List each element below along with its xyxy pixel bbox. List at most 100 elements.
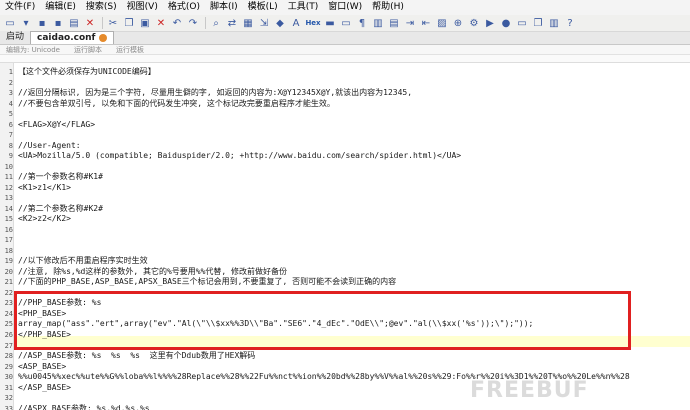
find-in-files-icon[interactable]: ▦ — [241, 17, 255, 30]
line-number: 10 — [4, 163, 13, 171]
ruler-icon[interactable]: ▤ — [387, 17, 401, 30]
sub-toolbar: 编辑为: Unicode 运行脚本 运行模板 — [0, 45, 690, 55]
line-number: 4 — [8, 100, 13, 108]
text-editor[interactable]: 【这个文件必须保存为UNICODE编码】 //返回分隔标识, 因为是三个字符, 尽… — [15, 63, 690, 410]
paste-icon[interactable]: ▣ — [138, 17, 152, 30]
menu-item[interactable]: 脚本(I) — [205, 0, 243, 15]
settings-icon[interactable]: ⚙ — [467, 17, 481, 30]
code-line: //第一个参数名称#K1# — [18, 172, 103, 181]
show-whitespace-icon[interactable]: ▬ — [323, 17, 337, 30]
show-paragraph-icon[interactable]: ¶ — [355, 17, 369, 30]
code-line: //User-Agent: — [18, 141, 81, 150]
save-all-icon[interactable]: ▪ — [51, 17, 65, 30]
run-template-button[interactable]: 运行模板 — [116, 45, 144, 55]
line-number: 31 — [4, 384, 13, 392]
goto-icon[interactable]: ⇲ — [257, 17, 271, 30]
column-mode-icon[interactable]: ▥ — [371, 17, 385, 30]
line-number: 24 — [4, 310, 13, 318]
menu-item[interactable]: 文件(F) — [3, 0, 40, 15]
run-script-button[interactable]: 运行脚本 — [74, 45, 102, 55]
hex-mode-button[interactable]: Hex — [305, 17, 321, 30]
code-line: //以下修改后不用重启程序实时生效 — [18, 256, 148, 265]
new-file-icon[interactable]: ▭ — [3, 17, 17, 30]
line-number: 20 — [4, 268, 13, 276]
line-number: 1 — [8, 68, 13, 76]
word-wrap-icon[interactable]: ▭ — [339, 17, 353, 30]
line-number: 30 — [4, 373, 13, 381]
cut-icon[interactable]: ✂ — [106, 17, 120, 30]
line-number: 8 — [8, 142, 13, 150]
line-number: 15 — [4, 215, 13, 223]
code-line: //PHP_BASE参数: %s — [18, 298, 102, 307]
line-number: 26 — [4, 331, 13, 339]
save-icon[interactable]: ▪ — [35, 17, 49, 30]
menu-item[interactable]: 编辑(E) — [40, 0, 81, 15]
watermark-logo: FREEBUF — [470, 378, 589, 403]
print-icon[interactable]: ▤ — [67, 17, 81, 30]
menu-item[interactable]: 帮助(H) — [367, 0, 409, 15]
line-number: 33 — [4, 405, 13, 410]
delete-icon[interactable]: ✕ — [154, 17, 168, 30]
line-number: 25 — [4, 320, 13, 328]
code-line: <K1>z1</K1> — [18, 183, 71, 192]
help-icon[interactable]: ? — [563, 17, 577, 30]
undo-icon[interactable]: ↶ — [170, 17, 184, 30]
toolbar: ▭ ▾ ▪ ▪ ▤ ✕ ✂ ❐ ▣ ✕ ↶ ↷ ⌕ ⇄ ▦ ⇲ ◆ A Hex … — [0, 15, 690, 32]
line-number: 12 — [4, 184, 13, 192]
menu-item[interactable]: 格式(O) — [163, 0, 205, 15]
line-number: 18 — [4, 247, 13, 255]
code-line: //返回分隔标识, 因为是三个字符, 尽量用生僻的字, 如返回的内容为:X@Y1… — [18, 88, 413, 97]
encoding-selector[interactable]: 编辑为: Unicode — [6, 45, 60, 55]
line-number: 9 — [8, 152, 13, 160]
code-line: <K2>z2</K2> — [18, 214, 71, 223]
indent-icon[interactable]: ⇥ — [403, 17, 417, 30]
line-number: 29 — [4, 363, 13, 371]
bookmark-icon[interactable]: ◆ — [273, 17, 287, 30]
replace-icon[interactable]: ⇄ — [225, 17, 239, 30]
copy-icon[interactable]: ❐ — [122, 17, 136, 30]
line-number: 6 — [8, 121, 13, 129]
code-line: //ASP_BASE参数: %s %s %s 这里有个Ddub数用了HEX解码 — [18, 351, 256, 360]
tab-home[interactable]: 启动 — [0, 31, 31, 44]
tab-caidao-conf[interactable]: caidao.conf — [30, 31, 115, 44]
find-icon[interactable]: ⌕ — [209, 17, 223, 30]
tab-close-icon[interactable] — [99, 34, 108, 42]
toolbar-separator — [205, 17, 206, 29]
macro-icon[interactable]: ▶ — [483, 17, 497, 30]
redo-icon[interactable]: ↷ — [186, 17, 200, 30]
window-icon[interactable]: ❐ — [531, 17, 545, 30]
line-number: 17 — [4, 236, 13, 244]
view-icon[interactable]: ▭ — [515, 17, 529, 30]
open-folder-icon[interactable]: ▾ — [19, 17, 33, 30]
font-icon[interactable]: A — [289, 17, 303, 30]
code-line: </ASP_BASE> — [18, 383, 71, 392]
menu-item[interactable]: 工具(T) — [283, 0, 324, 15]
menu-item[interactable]: 视图(V) — [122, 0, 163, 15]
code-line: //不要包含单双引号, 以免和下面的代码发生冲突, 这个标记改完要重启程序才能生… — [18, 99, 335, 108]
split-icon[interactable]: ▥ — [547, 17, 561, 30]
line-number: 14 — [4, 205, 13, 213]
menu-item[interactable]: 模板(L) — [243, 0, 283, 15]
tab-label: caidao.conf — [37, 33, 96, 43]
line-number: 19 — [4, 257, 13, 265]
line-number: 7 — [8, 131, 13, 139]
line-number: 23 — [4, 299, 13, 307]
code-line: //ASPX_BASE参数: %s,%d,%s,%s — [18, 404, 150, 410]
code-line: 【这个文件必须保存为UNICODE编码】 — [18, 67, 156, 76]
ruler — [0, 55, 690, 63]
code-line: </PHP_BASE> — [18, 330, 71, 339]
close-file-icon[interactable]: ✕ — [83, 17, 97, 30]
line-number: 11 — [4, 173, 13, 181]
record-icon[interactable]: ● — [499, 17, 513, 30]
zoom-icon[interactable]: ⊕ — [451, 17, 465, 30]
menu-item[interactable]: 搜索(S) — [81, 0, 122, 15]
menu-item[interactable]: 窗口(W) — [323, 0, 367, 15]
line-number: 22 — [4, 289, 13, 297]
line-number: 16 — [4, 226, 13, 234]
current-line-highlight — [15, 336, 690, 347]
code-line: <UA>Mozilla/5.0 (compatible; Baiduspider… — [18, 151, 462, 160]
comment-icon[interactable]: ▨ — [435, 17, 449, 30]
line-number: 28 — [4, 352, 13, 360]
code-line: //第二个参数名称#K2# — [18, 204, 103, 213]
outdent-icon[interactable]: ⇤ — [419, 17, 433, 30]
